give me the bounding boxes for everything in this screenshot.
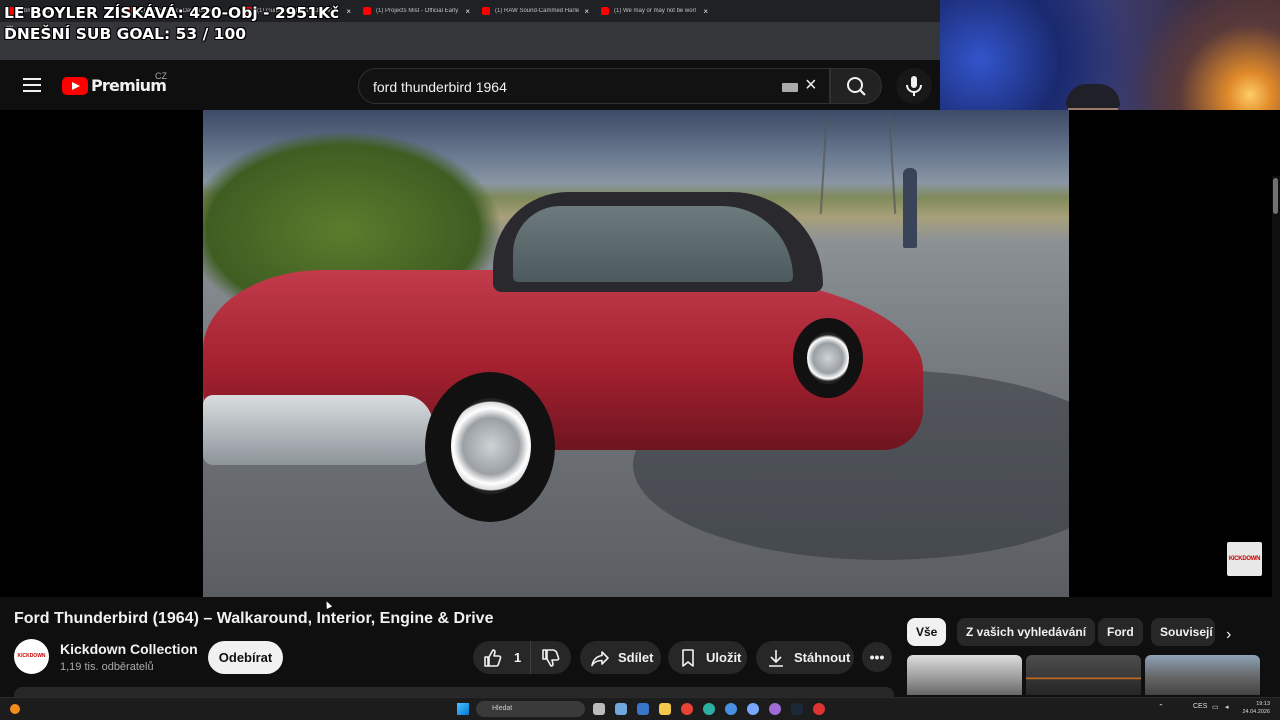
channel-avatar[interactable]: KICKDOWN COLLECTION: [14, 639, 49, 674]
keyboard-icon[interactable]: [782, 83, 798, 92]
related-video-thumbnail[interactable]: [907, 655, 1022, 695]
video-frame[interactable]: [203, 110, 1069, 597]
menu-icon[interactable]: [20, 74, 44, 98]
more-actions-button[interactable]: •••: [862, 642, 892, 672]
search-box[interactable]: ford thunderbird 1964 ×: [358, 68, 830, 104]
scrollbar-thumb[interactable]: [1273, 178, 1278, 214]
share-button[interactable]: Sdílet: [580, 641, 661, 674]
volume-icon[interactable]: ◂: [1225, 703, 1229, 711]
subscriber-count: 1,19 tis. odběratelů: [60, 661, 154, 673]
share-icon: [591, 650, 609, 666]
download-button[interactable]: Stáhnout: [756, 641, 854, 674]
taskbar-search[interactable]: Hledat: [476, 701, 585, 717]
search-input[interactable]: ford thunderbird 1964: [373, 79, 507, 95]
share-label: Sdílet: [618, 650, 654, 665]
player-side-letterbox: [1069, 176, 1271, 597]
chip-all[interactable]: Vše: [907, 618, 947, 646]
youtube-masthead: Premium CZ ford thunderbird 1964 ×: [0, 60, 940, 110]
tab-close-icon[interactable]: ×: [465, 7, 470, 16]
save-label: Uložit: [706, 650, 742, 665]
language-indicator[interactable]: CES: [1193, 703, 1207, 710]
video-title: Ford Thunderbird (1964) – Walkaround, In…: [14, 610, 494, 627]
related-video-thumbnail[interactable]: [1026, 655, 1141, 695]
clear-search-icon[interactable]: ×: [805, 74, 817, 97]
screen: ...bm17 - Yo × (1) The Blood of Dawnwalke…: [0, 0, 1280, 720]
app-icon[interactable]: [769, 703, 781, 715]
country-code: CZ: [155, 71, 167, 81]
tab-title: (1) We may or may not be worl: [614, 8, 696, 14]
channel-watermark[interactable]: KICKDOWN: [1227, 542, 1262, 576]
chrome-icon[interactable]: [681, 703, 693, 715]
browser-tab[interactable]: (1) We may or may not be worl ×: [595, 0, 714, 22]
stream-overlay: LE BOYLER ZÍSKÁVÁ: 420-Obj - 2951Kč DNEŠ…: [4, 3, 339, 45]
browser-tab[interactable]: (1) RAW Sound-Cammed Harle ×: [476, 0, 595, 22]
page-scrollbar[interactable]: [1272, 176, 1280, 696]
chevron-right-icon[interactable]: ›: [1226, 626, 1231, 644]
task-view-icon[interactable]: [593, 703, 605, 715]
app-icon[interactable]: [747, 703, 759, 715]
mouse-cursor-icon: [323, 600, 333, 609]
search-button[interactable]: [830, 68, 882, 104]
donation-alert: LE BOYLER ZÍSKÁVÁ: 420-Obj - 2951Kč: [4, 4, 340, 22]
app-icon[interactable]: [813, 703, 825, 715]
like-count: 1: [514, 650, 522, 665]
edge-icon[interactable]: [703, 703, 715, 715]
download-icon: [769, 649, 783, 667]
tab-close-icon[interactable]: ×: [703, 7, 708, 16]
download-label: Stáhnout: [794, 650, 851, 665]
dislike-button[interactable]: [530, 641, 571, 674]
search-icon: [847, 77, 866, 96]
tab-close-icon[interactable]: ×: [584, 7, 589, 16]
related-video-thumbnail[interactable]: [1145, 655, 1260, 695]
windows-start-icon[interactable]: [457, 703, 469, 715]
tab-title: (1) Projects Mist - Official Early: [376, 8, 459, 14]
like-button[interactable]: 1: [473, 641, 530, 674]
chip-related[interactable]: Souvisejí: [1151, 618, 1215, 646]
notification-dot-icon[interactable]: [10, 704, 20, 714]
windows-taskbar: Hledat ⌃ CES ▭ ◂ 19:13 24.04.2026: [0, 697, 1280, 720]
save-button[interactable]: Uložit: [668, 641, 747, 674]
youtube-favicon-icon: [363, 7, 371, 15]
network-icon[interactable]: ▭: [1212, 703, 1219, 711]
bookmark-icon: [682, 648, 694, 667]
youtube-favicon-icon: [601, 7, 609, 15]
voice-search-button[interactable]: [896, 68, 932, 104]
tray-chevron-icon[interactable]: ⌃: [1158, 703, 1164, 711]
youtube-favicon-icon: [482, 7, 490, 15]
sub-goal: DNEŠNÍ SUB GOAL: 53 / 100: [4, 25, 247, 43]
app-icon[interactable]: [725, 703, 737, 715]
chip-ford[interactable]: Ford: [1098, 618, 1143, 646]
thumbs-up-icon: [484, 648, 502, 667]
channel-name[interactable]: Kickdown Collection: [60, 641, 198, 657]
tab-title: (1) RAW Sound-Cammed Harle: [495, 8, 580, 14]
steam-icon[interactable]: [791, 703, 803, 715]
youtube-play-icon: [62, 76, 88, 95]
thumbs-down-icon: [542, 648, 560, 667]
clock-time: 19:13: [1256, 701, 1270, 707]
chip-from-searches[interactable]: Z vašich vyhledávání: [957, 618, 1096, 646]
description-box[interactable]: [14, 687, 894, 697]
widgets-icon[interactable]: [615, 703, 627, 715]
store-icon[interactable]: [637, 703, 649, 715]
clock-date: 24.04.2026: [1242, 709, 1270, 715]
taskbar-clock[interactable]: 19:13 24.04.2026: [1240, 700, 1270, 716]
browser-tab[interactable]: (1) Projects Mist - Official Early ×: [357, 0, 476, 22]
subscribe-button[interactable]: Odebírat: [208, 641, 283, 674]
file-explorer-icon[interactable]: [659, 703, 671, 715]
youtube-premium-logo[interactable]: Premium CZ: [62, 71, 167, 95]
microphone-icon: [906, 76, 922, 96]
tab-close-icon[interactable]: ×: [346, 7, 351, 16]
